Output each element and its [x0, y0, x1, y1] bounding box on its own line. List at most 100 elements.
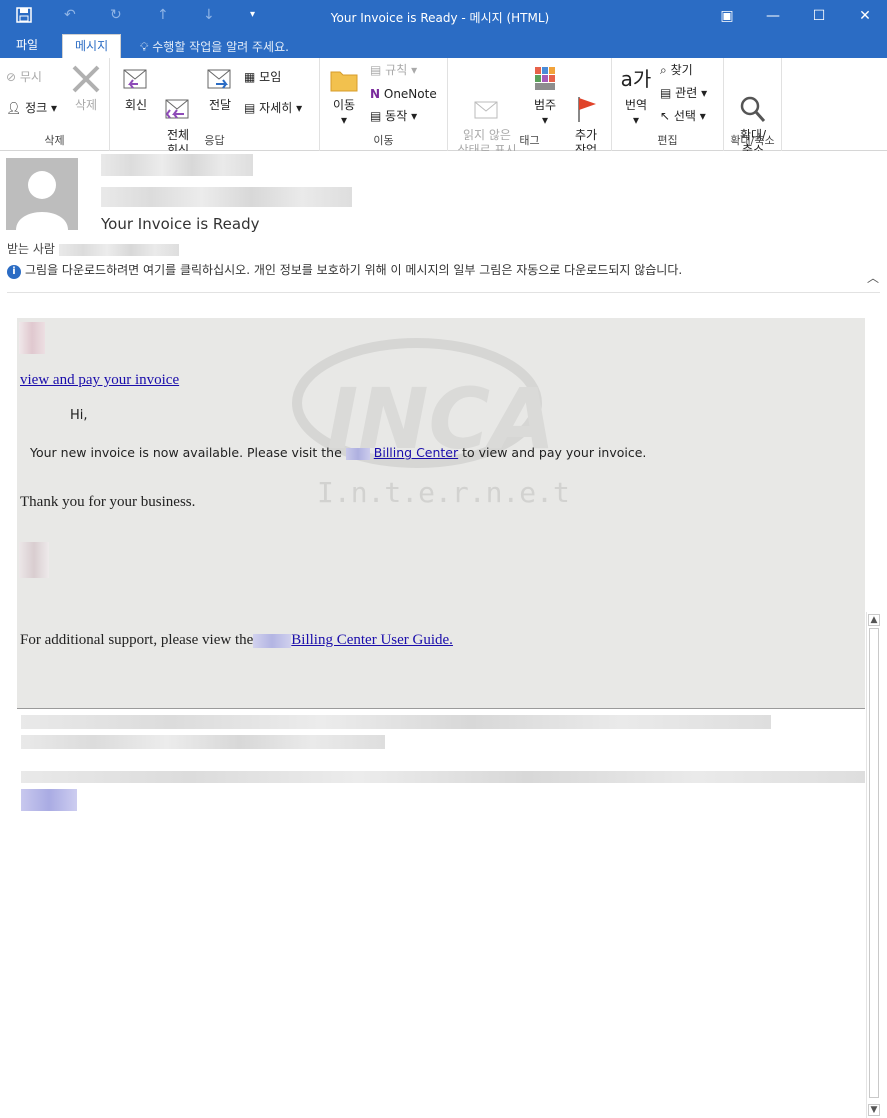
- download-pictures-bar[interactable]: i 그림을 다운로드하려면 여기를 클릭하십시오. 개인 정보를 보호하기 위해 …: [7, 261, 682, 279]
- scroll-thumb[interactable]: [869, 628, 879, 1098]
- actions-icon: ▤: [370, 109, 382, 123]
- minimize-icon[interactable]: —: [762, 5, 784, 27]
- ignore-button[interactable]: ⊘ 무시: [6, 70, 42, 85]
- scroll-down-icon[interactable]: ▼: [868, 1104, 880, 1116]
- customize-icon[interactable]: ▾: [250, 9, 255, 20]
- delete-x-icon: [70, 64, 102, 94]
- footer-link-redacted: [21, 789, 77, 811]
- related-button[interactable]: ▤ 관련 ▾: [660, 86, 707, 101]
- redo-icon[interactable]: ↻: [110, 7, 122, 23]
- invoice-paragraph: Your new invoice is now available. Pleas…: [30, 445, 647, 460]
- magnifier-icon: [737, 79, 769, 122]
- close-icon[interactable]: ✕: [854, 5, 876, 27]
- respond-group-label: 응답: [204, 134, 225, 147]
- window-title: Your Invoice is Ready - 메시지 (HTML): [330, 11, 550, 25]
- reply-all-icon: [162, 79, 194, 119]
- calendar-icon: ▦: [244, 70, 256, 84]
- reply-icon: [120, 64, 152, 94]
- signature-image-redacted: [19, 542, 49, 578]
- more-icon: ▤: [244, 101, 256, 115]
- lightbulb-icon: 💡︎: [140, 40, 149, 54]
- folder-icon: [328, 64, 360, 94]
- move-button[interactable]: 이동 ▾: [326, 64, 362, 128]
- zoom-group: 확대/ 축소 확대/축소: [724, 58, 782, 157]
- billing-center-link[interactable]: Billing Center: [374, 445, 458, 460]
- move-group: 이동 ▾ ▤ 규칙 ▾ N OneNote ▤ 동작 ▾ 이동: [320, 58, 448, 151]
- user-guide-link[interactable]: Billing Center User Guide.: [291, 632, 453, 648]
- junk-button[interactable]: 👤︎ 정크 ▾: [6, 101, 57, 116]
- categorize-icon: [529, 64, 561, 94]
- collapse-header-icon[interactable]: ︿: [867, 269, 879, 286]
- support-paragraph: For additional support, please view the B…: [20, 632, 453, 648]
- tell-me-text: 수행할 작업을 알려 주세요.: [152, 40, 289, 54]
- tab-message[interactable]: 메시지: [62, 34, 122, 58]
- info-icon: i: [7, 265, 21, 279]
- envelope-icon: [471, 79, 503, 119]
- watermark-logo: INCA I.n.t.e.r.n.e.t: [292, 338, 570, 509]
- sender-address-redacted: [101, 187, 352, 207]
- forward-icon: [204, 64, 236, 94]
- ignore-icon: ⊘: [6, 70, 17, 84]
- footer-line-1-redacted: [21, 715, 771, 729]
- edit-group-label: 편집: [657, 134, 678, 147]
- respond-group: 회신 전체 회신 전달 ▦ 모임 ▤ 자세히 ▾ 응답: [110, 58, 320, 157]
- ribbon-tabs: 파일 메시지 💡︎ 수행할 작업을 알려 주세요.: [0, 32, 887, 58]
- select-icon: ↖: [660, 109, 671, 123]
- maximize-icon[interactable]: ☐: [808, 5, 830, 27]
- message-body: INCA I.n.t.e.r.n.e.t view and pay your i…: [0, 306, 887, 1118]
- move-group-label: 이동: [373, 134, 394, 147]
- footer-line-3-redacted: [21, 771, 865, 783]
- title-bar: ↶ ↻ ↑ ↓ ▾ Your Invoice is Ready - 메시지 (H…: [0, 0, 887, 32]
- view-pay-link[interactable]: view and pay your invoice: [20, 372, 179, 388]
- scroll-up-icon[interactable]: ▲: [868, 614, 880, 626]
- save-icon[interactable]: [16, 7, 32, 27]
- footer-line-2-redacted: [21, 735, 385, 749]
- company-name-redacted-2: [253, 633, 292, 648]
- email-footer: [17, 708, 865, 812]
- rules-button[interactable]: ▤ 규칙 ▾: [370, 63, 417, 78]
- delete-group: ⊘ 무시 👤︎ 정크 ▾ 삭제 삭제: [0, 58, 110, 151]
- header-divider: [7, 292, 880, 293]
- message-header: Your Invoice is Ready 받는 사람 i 그림을 다운로드하려면…: [0, 151, 887, 293]
- translate-icon: a가: [620, 67, 652, 91]
- vertical-scrollbar[interactable]: ▲ ▼: [866, 612, 880, 1118]
- recipient-redacted: [58, 243, 179, 256]
- forward-button[interactable]: 전달: [202, 64, 238, 113]
- tags-group-label: 태그: [519, 134, 540, 147]
- junk-icon: 👤︎: [6, 101, 22, 115]
- tags-group: 읽지 않은 상태로 표시 범주 ▾ 추가 작업 태그: [448, 58, 612, 157]
- onenote-button[interactable]: N OneNote: [370, 87, 437, 102]
- find-button[interactable]: ⌕ 찾기: [660, 63, 693, 78]
- sender-name-redacted: [101, 154, 253, 176]
- to-label: 받는 사람: [7, 240, 179, 257]
- thank-you-text: Thank you for your business.: [20, 494, 196, 510]
- ribbon-display-icon[interactable]: ▣: [716, 5, 738, 27]
- select-button[interactable]: ↖ 선택 ▾: [660, 109, 706, 124]
- down-icon[interactable]: ↓: [203, 7, 215, 23]
- actions-button[interactable]: ▤ 동작 ▾: [370, 109, 417, 124]
- up-icon[interactable]: ↑: [157, 7, 169, 23]
- flag-icon: [570, 79, 602, 122]
- categorize-button[interactable]: 범주 ▾: [528, 64, 562, 128]
- zoom-group-label: 확대/축소: [730, 134, 775, 147]
- delete-group-label: 삭제: [44, 134, 65, 147]
- ribbon: ⊘ 무시 👤︎ 정크 ▾ 삭제 삭제 회신 전체 회신 전달 ▦ 모임 ▤ 자세…: [0, 58, 887, 157]
- email-content: INCA I.n.t.e.r.n.e.t view and pay your i…: [17, 318, 865, 708]
- logo-image-redacted: [19, 322, 45, 354]
- related-icon: ▤: [660, 86, 672, 100]
- greeting: Hi,: [70, 408, 88, 423]
- more-respond-button[interactable]: ▤ 자세히 ▾: [244, 101, 302, 116]
- meeting-button[interactable]: ▦ 모임: [244, 70, 281, 85]
- undo-icon[interactable]: ↶: [64, 7, 76, 23]
- company-name-redacted: [345, 447, 370, 460]
- onenote-icon: N: [370, 87, 381, 101]
- reply-button[interactable]: 회신: [118, 64, 154, 113]
- tell-me-box[interactable]: 💡︎ 수행할 작업을 알려 주세요.: [140, 38, 289, 55]
- tab-file[interactable]: 파일: [4, 34, 50, 58]
- watermark-sub: I.n.t.e.r.n.e.t: [317, 476, 570, 509]
- edit-group: a가 번역 ▾ ⌕ 찾기 ▤ 관련 ▾ ↖ 선택 ▾ 편집: [612, 58, 724, 151]
- delete-button[interactable]: 삭제: [68, 64, 104, 113]
- translate-button[interactable]: a가 번역 ▾: [616, 64, 656, 128]
- rules-icon: ▤: [370, 63, 382, 77]
- find-icon: ⌕: [660, 63, 667, 77]
